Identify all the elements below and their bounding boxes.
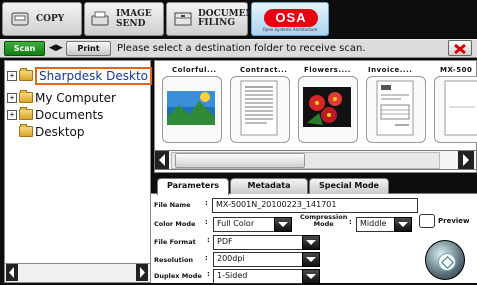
resolution-select[interactable]: 200dpi: [213, 252, 306, 267]
thumbnail-mx500[interactable]: [434, 76, 477, 143]
print-button[interactable]: Print: [66, 41, 111, 56]
tab-document-filing[interactable]: DOCUMENT FILING: [166, 2, 260, 36]
compression-dropdown-icon[interactable]: [394, 217, 412, 232]
scroll-left-icon[interactable]: [6, 264, 18, 281]
close-icon: [454, 43, 466, 55]
folder-icon: [19, 90, 33, 103]
tab-image-send[interactable]: IMAGE SEND: [84, 2, 164, 36]
colon: :: [205, 218, 208, 226]
image-send-icon: [91, 10, 111, 28]
file-format-dropdown-icon[interactable]: [302, 235, 320, 250]
resolution-label: Resolution: [154, 256, 194, 264]
thumbnail-colorful[interactable]: [162, 76, 222, 143]
scrollbar-thumb[interactable]: [175, 153, 305, 168]
color-mode-select[interactable]: Full Color: [213, 217, 278, 232]
tree-item-documents[interactable]: + Documents: [7, 107, 103, 122]
color-mode-dropdown-icon[interactable]: [274, 217, 292, 232]
document-icon: [444, 80, 477, 136]
colon: :: [207, 236, 210, 244]
colon: :: [349, 218, 352, 226]
compression-mode-label: Compression Mode: [300, 213, 348, 228]
tab-parameters[interactable]: Parameters: [157, 178, 229, 195]
colon: :: [207, 270, 210, 278]
invoice-document-icon: [376, 80, 414, 136]
document-filing-icon: [173, 10, 193, 28]
close-button[interactable]: [448, 40, 472, 56]
thumb-caption: Flowers....: [304, 66, 351, 74]
thumb-caption: Invoice....: [368, 66, 413, 74]
landscape-image-icon: [167, 91, 215, 125]
resolution-dropdown-icon[interactable]: [302, 252, 320, 267]
thumb-caption: MX-500: [440, 66, 473, 74]
preview-checkbox[interactable]: [419, 214, 435, 228]
file-name-field[interactable]: MX-5001N_20100223_141701: [212, 198, 418, 213]
tab-special-mode[interactable]: Special Mode: [309, 178, 389, 194]
preview-label: Preview: [438, 217, 470, 225]
tab-metadata[interactable]: Metadata: [230, 178, 308, 194]
scan-button[interactable]: Scan: [4, 41, 45, 56]
scroll-left-icon[interactable]: [155, 151, 169, 169]
folder-tree[interactable]: + Sharpdesk Deskto + My Computer + Docum…: [4, 60, 153, 283]
file-format-label: File Format: [154, 238, 196, 246]
tree-item-label: Desktop: [35, 124, 85, 139]
tree-item-label: My Computer: [35, 90, 116, 105]
colon: :: [205, 199, 208, 207]
thumbnail-invoice[interactable]: [366, 76, 426, 143]
tree-item-label: Sharpdesk Deskto: [35, 66, 153, 85]
text-document-icon: [240, 80, 278, 136]
file-format-select[interactable]: PDF: [213, 235, 306, 250]
duplex-dropdown-icon[interactable]: [302, 269, 320, 284]
thumb-caption: Colorful...: [172, 66, 217, 74]
expand-icon[interactable]: +: [7, 92, 17, 103]
tree-scrollbar[interactable]: [5, 263, 150, 282]
tree-item-sharpdesk[interactable]: + Sharpdesk Deskto: [7, 66, 153, 85]
nav-arrows-icon[interactable]: ◀▶: [49, 41, 63, 56]
tree-item-desktop[interactable]: Desktop: [19, 124, 85, 139]
duplex-mode-label: Duplex Mode: [154, 272, 202, 280]
tree-item-label: Documents: [35, 107, 104, 122]
scroll-right-icon[interactable]: [458, 151, 474, 169]
start-icon: [438, 253, 456, 271]
tab-copy-label: COPY: [36, 14, 65, 24]
osa-logo: OSA: [264, 9, 318, 27]
thumbnail-contract[interactable]: [230, 76, 290, 143]
scroll-right-icon[interactable]: [136, 264, 148, 281]
tab-copy[interactable]: COPY: [2, 2, 82, 36]
colon: :: [205, 254, 208, 262]
color-mode-label: Color Mode: [154, 220, 196, 228]
expand-icon[interactable]: +: [7, 109, 17, 120]
folder-icon: [19, 107, 33, 120]
flowers-image-icon: [303, 87, 351, 127]
folder-icon: [19, 124, 33, 137]
folder-icon: [19, 68, 33, 81]
duplex-mode-select[interactable]: 1-Sided: [213, 269, 306, 284]
instruction-message: Please select a destination folder to re…: [117, 43, 366, 54]
tab-image-send-label: IMAGE SEND: [116, 9, 152, 29]
osa-subtitle: Open Systems Architecture: [262, 27, 318, 32]
expand-icon[interactable]: +: [7, 70, 17, 81]
compression-mode-select[interactable]: Middle: [356, 217, 398, 232]
start-button[interactable]: [425, 240, 465, 280]
thumbnail-flowers[interactable]: [298, 76, 358, 143]
thumb-caption: Contract...: [240, 66, 288, 74]
file-name-label: File Name: [154, 201, 191, 209]
tab-osa[interactable]: OSA Open Systems Architecture: [251, 2, 329, 36]
copy-icon: [9, 10, 31, 28]
tree-item-my-computer[interactable]: + My Computer: [7, 90, 116, 105]
